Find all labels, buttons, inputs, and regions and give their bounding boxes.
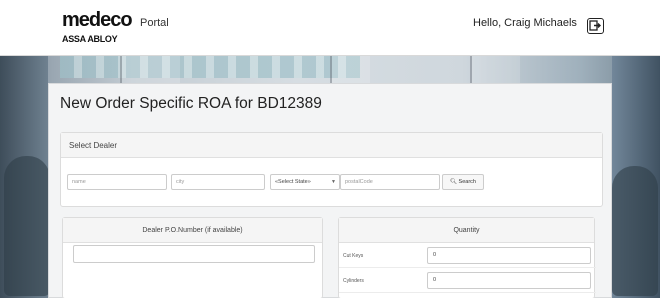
state-select-value: «Select State» — [275, 179, 311, 185]
dealer-po-input[interactable] — [73, 245, 315, 263]
search-button-label: Search — [458, 179, 476, 185]
postal-code-input[interactable]: postalCode — [340, 174, 440, 190]
select-dealer-section: Select Dealer name city «Select State» ▼… — [60, 132, 603, 207]
select-dealer-heading: Select Dealer — [61, 133, 602, 158]
order-panel: New Order Specific ROA for BD12389 Selec… — [48, 83, 612, 298]
logout-icon — [589, 20, 601, 31]
quantity-row-cylinders: Cylinders 0 — [339, 269, 596, 293]
logout-button[interactable] — [587, 18, 604, 34]
dealer-po-heading: Dealer P.O.Number (if available) — [63, 218, 322, 243]
logo-subtitle: ASSA ABLOY — [62, 34, 118, 44]
quantity-section: Quantity Cut Keys 0 Cylinders 0 — [338, 217, 596, 298]
dealer-name-input[interactable]: name — [67, 174, 167, 190]
dealer-po-section: Dealer P.O.Number (if available) — [62, 217, 323, 298]
chevron-down-icon: ▼ — [331, 179, 336, 185]
quantity-row-cut-keys: Cut Keys 0 — [339, 244, 596, 268]
cut-keys-input[interactable]: 0 — [427, 247, 591, 264]
logo-wordmark: medeco — [62, 9, 133, 31]
cylinders-input[interactable]: 0 — [427, 272, 591, 289]
page-title: New Order Specific ROA for BD12389 — [60, 95, 322, 112]
cut-keys-label: Cut Keys — [343, 253, 364, 259]
user-greeting: Hello, Craig Michaels — [473, 17, 577, 29]
portal-label: Portal — [140, 17, 169, 29]
search-button[interactable]: 🔍︎ Search — [442, 174, 484, 190]
state-select[interactable]: «Select State» ▼ — [270, 174, 340, 190]
medeco-logo[interactable]: medeco ASSA ABLOY — [62, 9, 133, 45]
dealer-city-input[interactable]: city — [171, 174, 265, 190]
top-header: medeco ASSA ABLOY Portal Hello, Craig Mi… — [0, 0, 660, 56]
search-icon: 🔍︎ — [450, 179, 457, 185]
cylinders-label: Cylinders — [343, 278, 364, 284]
quantity-heading: Quantity — [339, 218, 594, 243]
